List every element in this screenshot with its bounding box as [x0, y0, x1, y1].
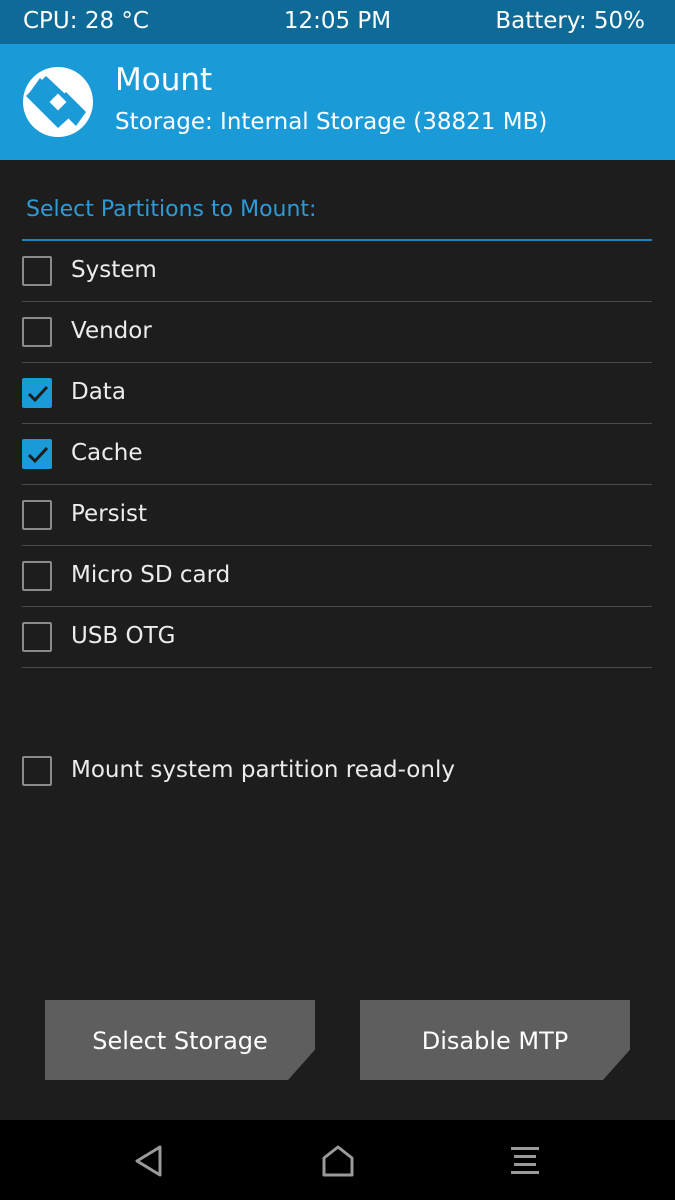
checkmark-icon	[27, 385, 49, 403]
partition-row-system[interactable]: System	[22, 241, 652, 302]
header: Mount Storage: Internal Storage (38821 M…	[0, 44, 675, 160]
partition-row-usb-otg[interactable]: USB OTG	[22, 607, 652, 668]
storage-subtitle: Storage: Internal Storage (38821 MB)	[115, 109, 548, 135]
partition-label: Cache	[71, 440, 143, 466]
partition-row-cache[interactable]: Cache	[22, 424, 652, 485]
partition-row-vendor[interactable]: Vendor	[22, 302, 652, 363]
checkmark-icon	[27, 446, 49, 464]
partition-label: System	[71, 257, 157, 283]
home-icon[interactable]	[320, 1144, 356, 1178]
disable-mtp-button[interactable]: Disable MTP	[360, 1000, 630, 1080]
checkbox-system[interactable]	[22, 256, 52, 286]
menu-lines-icon[interactable]	[508, 1144, 542, 1178]
status-bar: CPU: 28 °C 12:05 PM Battery: 50%	[0, 0, 675, 44]
partition-list: System Vendor Data Cache Persist Micro S…	[22, 241, 652, 668]
checkbox-data[interactable]	[22, 378, 52, 408]
navigation-bar	[0, 1120, 675, 1200]
mount-screen: CPU: 28 °C 12:05 PM Battery: 50% Mount S…	[0, 0, 675, 1200]
checkbox-readonly[interactable]	[22, 756, 52, 786]
partition-label: Persist	[71, 501, 148, 527]
select-storage-button[interactable]: Select Storage	[45, 1000, 315, 1080]
checkbox-cache[interactable]	[22, 439, 52, 469]
checkbox-micro-sd[interactable]	[22, 561, 52, 591]
partition-label: Vendor	[71, 318, 152, 344]
checkbox-vendor[interactable]	[22, 317, 52, 347]
partition-label: USB OTG	[71, 623, 176, 649]
battery-level: Battery: 50%	[495, 8, 645, 34]
partition-label: Micro SD card	[71, 562, 231, 588]
section-title: Select Partitions to Mount:	[26, 197, 317, 222]
readonly-label: Mount system partition read-only	[71, 757, 455, 783]
readonly-option-row[interactable]: Mount system partition read-only	[22, 741, 652, 801]
checkbox-usb-otg[interactable]	[22, 622, 52, 652]
back-triangle-icon[interactable]	[132, 1144, 166, 1178]
partition-row-data[interactable]: Data	[22, 363, 652, 424]
checkbox-persist[interactable]	[22, 500, 52, 530]
partition-row-micro-sd[interactable]: Micro SD card	[22, 546, 652, 607]
partition-label: Data	[71, 379, 126, 405]
partition-row-persist[interactable]: Persist	[22, 485, 652, 546]
twrp-logo-icon	[23, 67, 93, 137]
page-title: Mount	[115, 62, 213, 98]
